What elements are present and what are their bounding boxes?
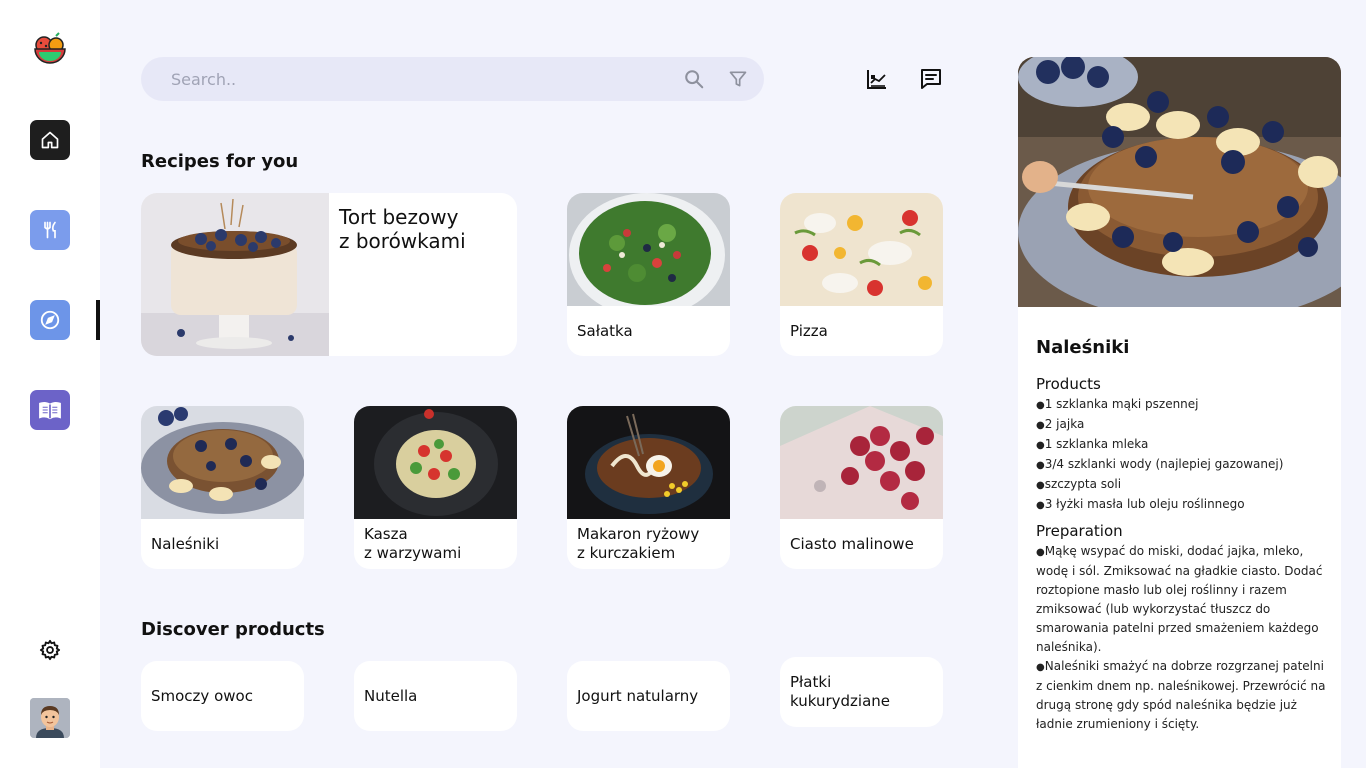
ingredient-item: 3/4 szklanki wody (najlepiej gazowanej) <box>1036 455 1326 475</box>
recipe-title: Makaron ryżowy z kurczakiem <box>577 525 700 562</box>
recipe-image <box>354 406 517 519</box>
product-chip[interactable]: Smoczy owoc <box>141 661 304 731</box>
recipe-title: Kasza z warzywami <box>364 525 462 562</box>
product-chip[interactable]: Nutella <box>354 661 517 731</box>
nav-recipes-button[interactable] <box>30 210 70 250</box>
recipe-card-tort[interactable]: Tort bezowy z borówkami <box>141 193 517 356</box>
filter-icon[interactable] <box>728 69 748 89</box>
recipe-image <box>567 406 730 519</box>
chat-icon[interactable] <box>919 67 943 91</box>
recipes-section-title: Recipes for you <box>141 151 299 172</box>
search-input[interactable] <box>171 57 671 101</box>
settings-button[interactable] <box>38 638 62 662</box>
preparation-step: Mąkę wsypać do miski, dodać jajka, mleko… <box>1036 542 1326 657</box>
compass-icon <box>40 310 60 330</box>
product-name: Nutella <box>364 687 418 705</box>
product-chip[interactable]: Jogurt natularny <box>567 661 730 731</box>
cutlery-icon <box>44 221 56 239</box>
recipe-image <box>141 193 329 356</box>
product-name: Jogurt natularny <box>577 687 699 705</box>
sidebar <box>0 0 100 768</box>
recipe-title: Tort bezowy z borówkami <box>339 205 466 253</box>
recipe-card-salatka[interactable]: Sałatka <box>567 193 730 356</box>
recipe-detail-panel: Naleśniki Products 1 szklanka mąki pszen… <box>1018 57 1341 768</box>
nav-active-indicator <box>96 300 100 340</box>
chart-icon[interactable] <box>865 67 889 91</box>
recipe-title: Naleśniki <box>151 535 220 553</box>
recipe-title: Ciasto malinowe <box>790 535 914 553</box>
product-chip[interactable]: Płatki kukurydziane <box>780 657 943 727</box>
product-name: Płatki kukurydziane <box>790 673 890 710</box>
recipe-card-pizza[interactable]: Pizza <box>780 193 943 356</box>
search-box <box>141 57 764 101</box>
recipe-hero-image <box>1018 57 1341 307</box>
avatar[interactable] <box>30 698 70 738</box>
recipe-card-nalesniki[interactable]: Naleśniki <box>141 406 304 569</box>
recipe-card-ciasto[interactable]: Ciasto malinowe <box>780 406 943 569</box>
products-heading: Products <box>1036 375 1101 393</box>
recipe-title: Pizza <box>790 322 828 340</box>
preparation-step: Naleśniki smażyć na dobrze rozgrzanej pa… <box>1036 657 1326 734</box>
discover-section-title: Discover products <box>141 619 325 640</box>
search-icon[interactable] <box>683 68 705 90</box>
home-icon <box>41 131 59 149</box>
recipe-card-kasza[interactable]: Kasza z warzywami <box>354 406 517 569</box>
ingredient-item: 1 szklanka mąki pszennej <box>1036 395 1326 415</box>
preparation-steps: Mąkę wsypać do miski, dodać jajka, mleko… <box>1036 542 1326 734</box>
detail-title: Naleśniki <box>1036 337 1130 358</box>
fruit-bowl-icon[interactable] <box>32 32 68 68</box>
nav-explore-button[interactable] <box>30 300 70 340</box>
ingredient-item: 3 łyżki masła lub oleju roślinnego <box>1036 495 1326 515</box>
nav-home-button[interactable] <box>30 120 70 160</box>
recipe-card-makaron[interactable]: Makaron ryżowy z kurczakiem <box>567 406 730 569</box>
ingredient-item: szczypta soli <box>1036 475 1326 495</box>
recipe-image <box>780 406 943 519</box>
recipe-image <box>780 193 943 306</box>
ingredient-item: 2 jajka <box>1036 415 1326 435</box>
preparation-heading: Preparation <box>1036 522 1123 540</box>
recipe-image <box>567 193 730 306</box>
ingredient-item: 1 szklanka mleka <box>1036 435 1326 455</box>
recipe-title: Sałatka <box>577 322 633 340</box>
nav-book-button[interactable] <box>30 390 70 430</box>
product-name: Smoczy owoc <box>151 687 253 705</box>
ingredients-list: 1 szklanka mąki pszennej 2 jajka 1 szkla… <box>1036 395 1326 515</box>
gear-icon <box>39 639 61 661</box>
book-icon <box>39 402 61 420</box>
recipe-image <box>141 406 304 519</box>
